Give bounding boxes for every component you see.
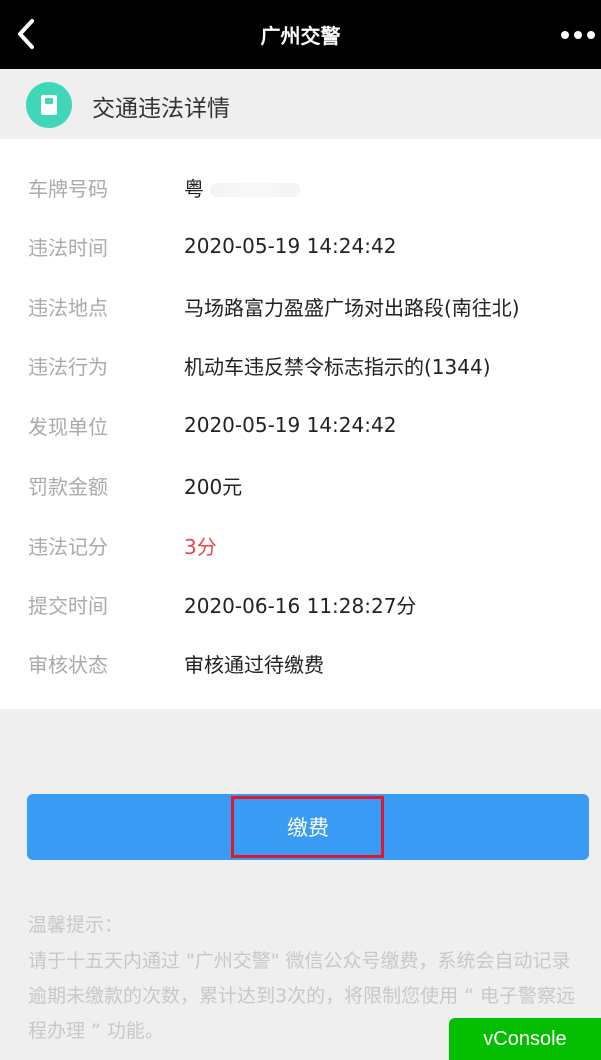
detail-row-location: 违法地点 马场路富力盈盛广场对出路段(南往北) <box>0 286 601 326</box>
detail-row-plate: 车牌号码 粤 <box>0 167 601 207</box>
detail-value: 马场路富力盈盛广场对出路段(南往北) <box>184 295 520 320</box>
detail-row-submit-time: 提交时间 2020-06-16 11:28:27分 <box>0 584 601 624</box>
document-icon <box>26 82 72 128</box>
detail-value: 机动车违反禁令标志指示的(1344) <box>184 354 491 379</box>
vconsole-button[interactable]: vConsole <box>449 1018 601 1060</box>
detail-value: 2020-05-19 14:24:42 <box>184 234 397 258</box>
detail-label: 违法时间 <box>28 235 108 260</box>
detail-row-time: 违法时间 2020-05-19 14:24:42 <box>0 226 601 266</box>
detail-label: 审核状态 <box>28 652 108 677</box>
detail-row-fine: 罚款金额 200元 <box>0 465 601 505</box>
detail-value: 粤 <box>184 173 300 202</box>
plate-number: 粤 <box>184 176 204 201</box>
detail-row-behavior: 违法行为 机动车违反禁令标志指示的(1344) <box>0 345 601 385</box>
detail-value: 审核通过待缴费 <box>184 652 324 677</box>
section-title: 交通违法详情 <box>92 96 230 122</box>
detail-row-unit: 发现单位 2020-05-19 14:24:42 <box>0 405 601 445</box>
blurred-plate <box>210 183 300 197</box>
section-header: 交通违法详情 <box>0 69 601 139</box>
detail-value: 3分 <box>184 534 217 559</box>
violation-detail-card: 车牌号码 粤 违法时间 2020-05-19 14:24:42 违法地点 马场路… <box>0 139 601 709</box>
detail-label: 违法地点 <box>28 295 108 320</box>
top-navigation-bar: 广州交警 <box>0 0 601 69</box>
detail-label: 罚款金额 <box>28 474 108 499</box>
detail-label: 违法记分 <box>28 534 108 559</box>
page-title: 广州交警 <box>260 24 341 48</box>
more-dots-icon[interactable] <box>555 22 595 48</box>
detail-label: 违法行为 <box>28 354 108 379</box>
detail-value: 2020-05-19 14:24:42 <box>184 413 397 437</box>
detail-label: 车牌号码 <box>28 176 108 201</box>
detail-value: 2020-06-16 11:28:27分 <box>184 593 417 618</box>
detail-label: 发现单位 <box>28 414 108 439</box>
detail-row-status: 审核状态 审核通过待缴费 <box>0 643 601 683</box>
pay-button-highlight-box <box>231 796 384 858</box>
detail-row-points: 违法记分 3分 <box>0 525 601 565</box>
tips-title: 温馨提示： <box>28 914 124 936</box>
detail-value: 200元 <box>184 474 243 499</box>
detail-label: 提交时间 <box>28 593 108 618</box>
